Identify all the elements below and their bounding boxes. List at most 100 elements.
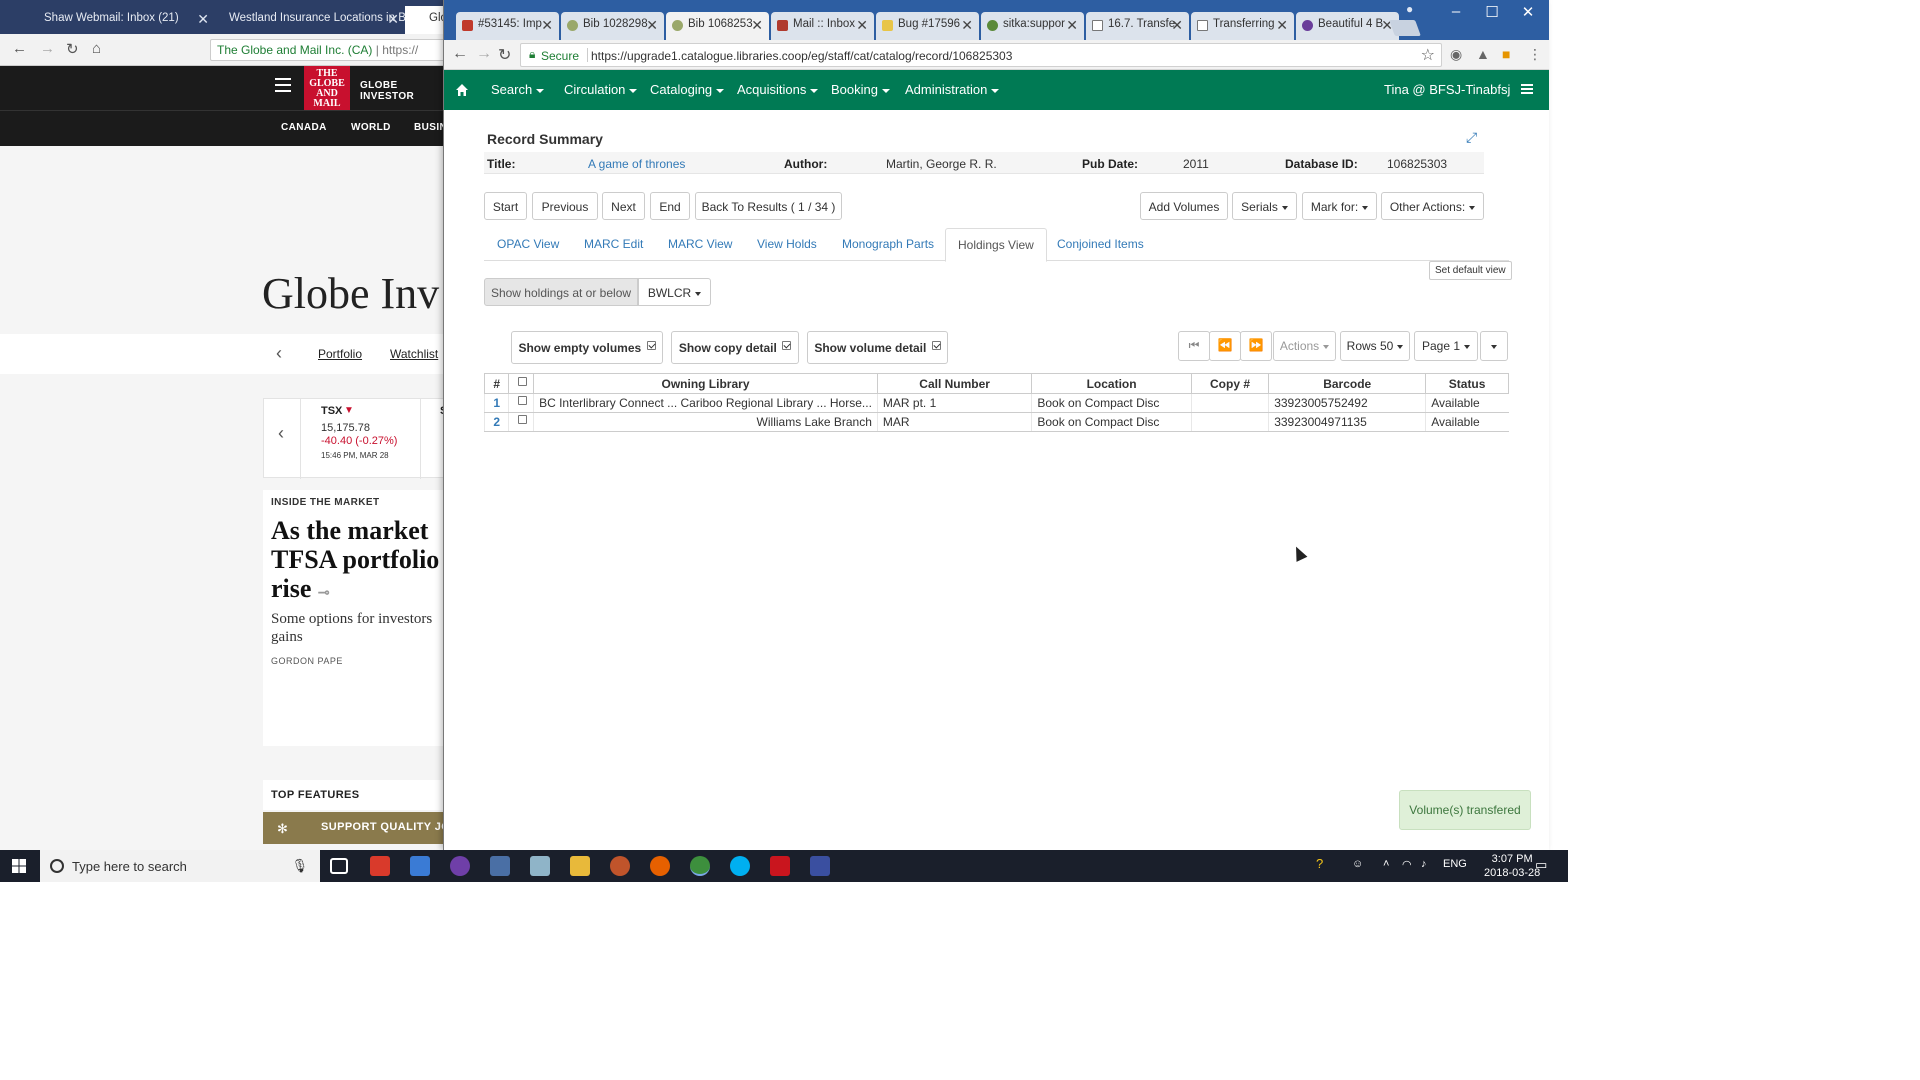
bg-tab-westland[interactable]: Westland Insurance Locations in BC ✕	[215, 6, 405, 34]
row-checkbox[interactable]	[517, 415, 527, 424]
nav-cataloging[interactable]: Cataloging	[650, 82, 725, 97]
previous-page-button[interactable]: ⏪	[1209, 331, 1241, 361]
previous-button[interactable]: Previous	[532, 192, 598, 220]
maximize-icon[interactable]: ☐	[1474, 0, 1510, 26]
store-icon[interactable]	[410, 856, 430, 876]
tab-marc-view[interactable]: MARC View	[668, 237, 732, 251]
row-index[interactable]: 1	[483, 393, 509, 413]
app-icon-orange[interactable]	[610, 856, 630, 876]
close-icon[interactable]: ✕	[197, 11, 209, 28]
chevron-up-icon[interactable]: ˄	[1383, 858, 1389, 870]
section-name[interactable]: GLOBE INVESTOR	[360, 80, 449, 102]
col-header-select[interactable]	[508, 373, 535, 394]
skype-icon[interactable]	[730, 856, 750, 876]
back-to-results-button[interactable]: Back To Results ( 1 / 34 )	[695, 192, 842, 220]
next-button[interactable]: Next	[602, 192, 645, 220]
col-header-index[interactable]: #	[483, 373, 510, 394]
volume-icon[interactable]: ♪	[1421, 858, 1427, 870]
checkbox-checked[interactable]	[782, 341, 792, 350]
grid-actions-button[interactable]: Actions	[1273, 331, 1336, 361]
app-icon-pen[interactable]	[530, 856, 550, 876]
bg-tab-shaw-webmail[interactable]: Shaw Webmail: Inbox (21) ✕	[0, 6, 215, 34]
tab-mail-inbox[interactable]: Mail :: Inbox ✕	[771, 12, 874, 40]
back-icon[interactable]: ←	[452, 45, 468, 63]
show-empty-volumes-toggle[interactable]: Show empty volumes	[511, 331, 663, 364]
market-ticker[interactable]: ‹ TSX ▼ 15,175.78 -40.40 (-0.27%) 15:46 …	[263, 398, 449, 479]
close-icon[interactable]: ✕	[541, 17, 553, 34]
forward-icon[interactable]: →	[40, 40, 55, 57]
checkbox-checked[interactable]	[931, 341, 941, 350]
chevron-left-icon[interactable]: ‹	[276, 343, 282, 364]
first-page-button[interactable]: ⏮	[1178, 331, 1210, 361]
microphone-icon[interactable]: 🎙︎	[291, 858, 308, 874]
tab-opac-view[interactable]: OPAC View	[497, 237, 559, 251]
app-icon-purple[interactable]	[450, 856, 470, 876]
close-window-icon[interactable]: ✕	[1510, 0, 1546, 26]
nav-user[interactable]: Tina @ BFSJ-Tinabfsj	[1384, 82, 1510, 97]
tab-bib-1028298[interactable]: Bib 1028298 ✕	[561, 12, 664, 40]
background-omnibox[interactable]: The Globe and Mail Inc. (CA) | https://	[210, 39, 449, 61]
story-card[interactable]: INSIDE THE MARKET As the market TFSA por…	[263, 490, 449, 746]
org-unit-selector[interactable]: BWLCR	[638, 278, 711, 306]
firefox-icon[interactable]	[650, 856, 670, 876]
app-icon-red[interactable]	[370, 856, 390, 876]
rows-per-page-button[interactable]: Rows 50	[1340, 331, 1410, 361]
globe-logo[interactable]: THE GLOBE AND MAIL	[304, 66, 350, 114]
home-icon[interactable]	[455, 83, 469, 97]
page-selector-button[interactable]: Page 1	[1414, 331, 1478, 361]
select-all-checkbox[interactable]	[517, 376, 527, 386]
close-icon[interactable]: ✕	[751, 17, 763, 34]
tab-beautiful[interactable]: Beautiful 4 B ✕	[1296, 12, 1399, 40]
close-icon[interactable]: ✕	[1066, 17, 1078, 34]
pdf-extension-icon[interactable]: ▲	[1476, 46, 1490, 62]
language-indicator[interactable]: ENG	[1443, 858, 1467, 870]
back-icon[interactable]: ←	[12, 40, 27, 57]
close-icon[interactable]: ✕	[646, 17, 658, 34]
serials-button[interactable]: Serials	[1232, 192, 1297, 220]
app-icon-x[interactable]	[810, 856, 830, 876]
col-header-owning-library[interactable]: Owning Library	[533, 373, 878, 394]
system-clock[interactable]: 3:07 PM 2018-03-28	[1484, 852, 1540, 880]
show-volume-detail-toggle[interactable]: Show volume detail	[807, 331, 948, 364]
tab-marc-edit[interactable]: MARC Edit	[584, 237, 643, 251]
file-explorer-icon[interactable]	[570, 856, 590, 876]
table-row[interactable]: 2 Williams Lake Branch MAR Book on Compa…	[483, 412, 1509, 432]
new-tab-button[interactable]	[1389, 20, 1421, 36]
hamburger-menu-icon[interactable]	[1521, 84, 1533, 94]
col-header-location[interactable]: Location	[1031, 373, 1192, 394]
tab-transferring[interactable]: Transferring ✕	[1191, 12, 1294, 40]
start-button[interactable]: Start	[484, 192, 527, 220]
tab-sitka-support[interactable]: sitka:suppor ✕	[981, 12, 1084, 40]
col-header-status[interactable]: Status	[1425, 373, 1509, 394]
home-icon[interactable]: ⌂	[92, 40, 101, 57]
chrome-icon[interactable]	[690, 856, 710, 876]
set-default-view-button[interactable]: Set default view	[1429, 261, 1512, 280]
grid-options-button[interactable]	[1480, 331, 1508, 361]
profile-icon[interactable]: ●	[1406, 2, 1413, 16]
portfolio-link[interactable]: Portfolio	[318, 347, 362, 361]
end-button[interactable]: End	[650, 192, 690, 220]
forward-icon[interactable]: →	[476, 45, 492, 63]
col-header-barcode[interactable]: Barcode	[1268, 373, 1427, 394]
wifi-icon[interactable]: ◠	[1402, 858, 1412, 871]
chrome-menu-icon[interactable]: ⋮	[1528, 46, 1542, 63]
close-icon[interactable]: ✕	[1171, 17, 1183, 34]
tab-bib-1068253[interactable]: Bib 1068253 ✕	[666, 12, 769, 40]
row-checkbox[interactable]	[517, 396, 527, 405]
extension-icon[interactable]: ◉	[1450, 46, 1462, 63]
tab-16-7-transfer[interactable]: 16.7. Transfe ✕	[1086, 12, 1189, 40]
show-copy-detail-toggle[interactable]: Show copy detail	[671, 331, 799, 364]
address-bar[interactable]: 🔒︎ Secure https://upgrade1.catalogue.lib…	[520, 43, 1442, 67]
title-link[interactable]: A game of thrones	[588, 157, 685, 171]
watchlist-link[interactable]: Watchlist	[390, 347, 438, 361]
expand-icon[interactable]: ⤢	[1466, 129, 1477, 146]
network-app-icon[interactable]	[490, 856, 510, 876]
checkbox-checked[interactable]	[646, 341, 656, 350]
extension-orange-icon[interactable]: ■	[1502, 46, 1510, 62]
reload-icon[interactable]: ↻	[498, 45, 511, 65]
row-index[interactable]: 2	[483, 412, 509, 432]
menu-icon[interactable]	[275, 78, 291, 92]
story-headline[interactable]: As the market TFSA portfolio rise ⊸	[271, 516, 449, 608]
mark-for-button[interactable]: Mark for:	[1302, 192, 1377, 220]
bookmark-star-icon[interactable]: ☆	[1421, 45, 1435, 65]
